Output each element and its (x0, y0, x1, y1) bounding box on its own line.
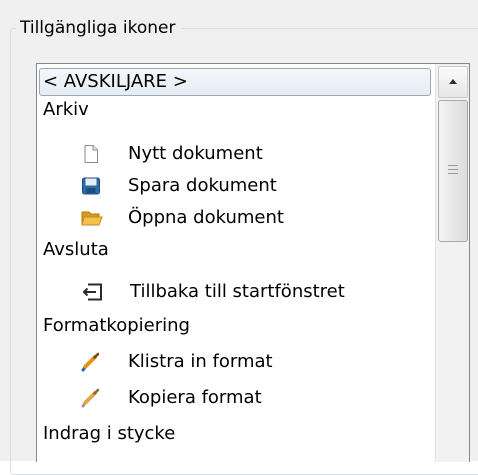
new-document-icon (81, 144, 101, 164)
return-to-start-icon (82, 282, 102, 302)
list-item-save-document[interactable]: Spara dokument (37, 170, 434, 202)
list-item-return-to-start[interactable]: Tillbaka till startfönstret (37, 276, 434, 308)
save-disk-icon (81, 176, 101, 196)
list-item-label: Indrag i stycke (43, 423, 176, 444)
list-item-label: Kopiera format (128, 387, 262, 408)
dialog-panel: Tillgängliga ikoner < AVSKILJARE > Arkiv… (0, 0, 478, 475)
vertical-scrollbar[interactable] (435, 64, 469, 462)
list-item-arkiv[interactable]: Arkiv (37, 94, 434, 126)
scroll-up-button[interactable] (438, 66, 468, 98)
list-item-label: Nytt dokument (128, 143, 263, 164)
available-icons-listbox[interactable]: < AVSKILJARE > Arkiv Nytt dokument Spara… (36, 63, 470, 462)
list-item-label: Formatkopiering (43, 315, 190, 336)
list-item-label: Klistra in format (128, 351, 273, 372)
chevron-up-icon (449, 79, 457, 84)
open-folder-icon (81, 208, 103, 228)
list-item-label: Öppna dokument (128, 207, 284, 228)
list-item-indrag-i-stycke[interactable]: Indrag i stycke (37, 418, 434, 450)
list-item-new-document[interactable]: Nytt dokument (37, 138, 434, 170)
copy-format-icon (81, 388, 101, 408)
grip-line (448, 165, 458, 166)
list-item-avsluta[interactable]: Avsluta (37, 234, 434, 266)
groupbox-title: Tillgängliga ikoner (16, 17, 182, 39)
list-item-label: Tillbaka till startfönstret (130, 281, 345, 302)
paste-format-icon (81, 352, 101, 372)
list-item-formatkopiering[interactable]: Formatkopiering (37, 310, 434, 342)
list-item-label: Arkiv (43, 99, 89, 120)
grip-line (448, 169, 458, 170)
icon-list: < AVSKILJARE > Arkiv Nytt dokument Spara… (37, 64, 434, 462)
list-item-paste-format[interactable]: Klistra in format (37, 346, 434, 378)
list-item-label: Avsluta (43, 239, 109, 260)
grip-line (448, 173, 458, 174)
list-item-copy-format[interactable]: Kopiera format (37, 382, 434, 414)
list-item-label: Spara dokument (128, 175, 277, 196)
scrollbar-thumb[interactable] (438, 100, 468, 242)
list-item-open-document[interactable]: Öppna dokument (37, 202, 434, 234)
